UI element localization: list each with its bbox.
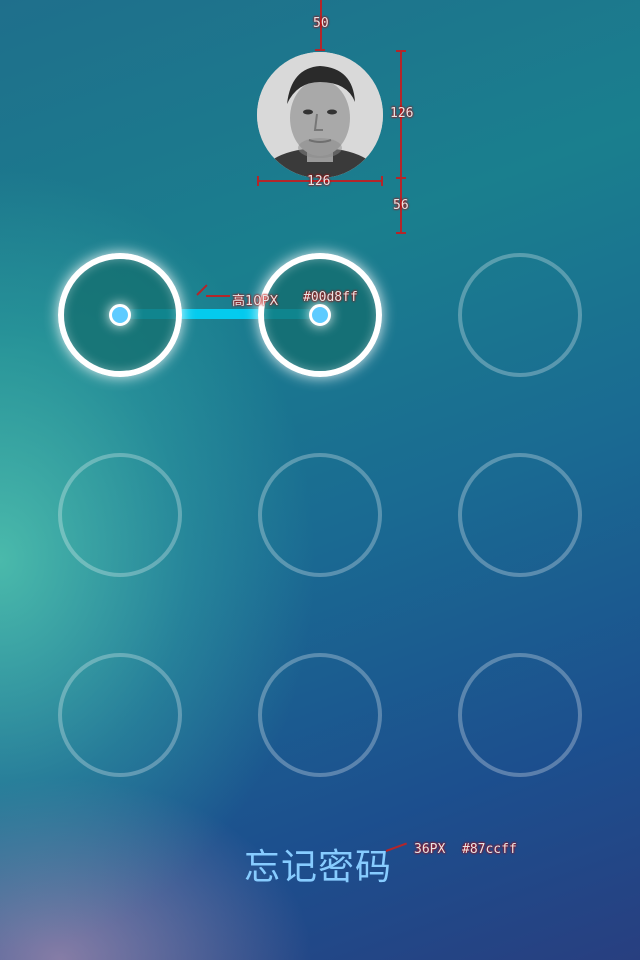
pattern-node-8[interactable] xyxy=(258,653,382,777)
measure-label-font-color: #87ccff xyxy=(462,842,517,857)
avatar xyxy=(257,52,383,178)
measure-tick xyxy=(315,49,325,51)
pattern-node-2[interactable] xyxy=(258,253,382,377)
measure-label-avatar-height: 126 xyxy=(390,106,414,121)
pattern-node-3[interactable] xyxy=(458,253,582,377)
measure-tick xyxy=(257,176,259,186)
lock-screen: 50 126 126 56 高10PX #00d8ff 忘记密码 36PX #8… xyxy=(0,0,640,960)
measure-tick xyxy=(396,50,406,52)
measure-label-line-height: 高10PX xyxy=(232,294,279,309)
measure-label-line-color: #00d8ff xyxy=(303,290,358,305)
measure-tick xyxy=(381,176,383,186)
measure-label-top-gap: 50 xyxy=(313,16,329,31)
forgot-password-link[interactable]: 忘记密码 xyxy=(244,838,392,890)
pattern-node-4[interactable] xyxy=(58,453,182,577)
pattern-node-6[interactable] xyxy=(458,453,582,577)
measure-leader-line xyxy=(196,284,208,296)
avatar-portrait xyxy=(257,52,383,178)
pattern-node-1[interactable] xyxy=(58,253,182,377)
measure-label-avatar-width: 126 xyxy=(307,174,331,189)
pattern-node-7[interactable] xyxy=(58,653,182,777)
pattern-node-5[interactable] xyxy=(258,453,382,577)
pattern-node-9[interactable] xyxy=(458,653,582,777)
pattern-node-center-dot xyxy=(109,304,131,326)
measure-label-bottom-gap: 56 xyxy=(393,198,409,213)
measure-tick xyxy=(396,232,406,234)
measure-leader-line xyxy=(206,295,230,297)
measure-label-font-size: 36PX xyxy=(414,842,446,857)
pattern-node-center-dot xyxy=(309,304,331,326)
